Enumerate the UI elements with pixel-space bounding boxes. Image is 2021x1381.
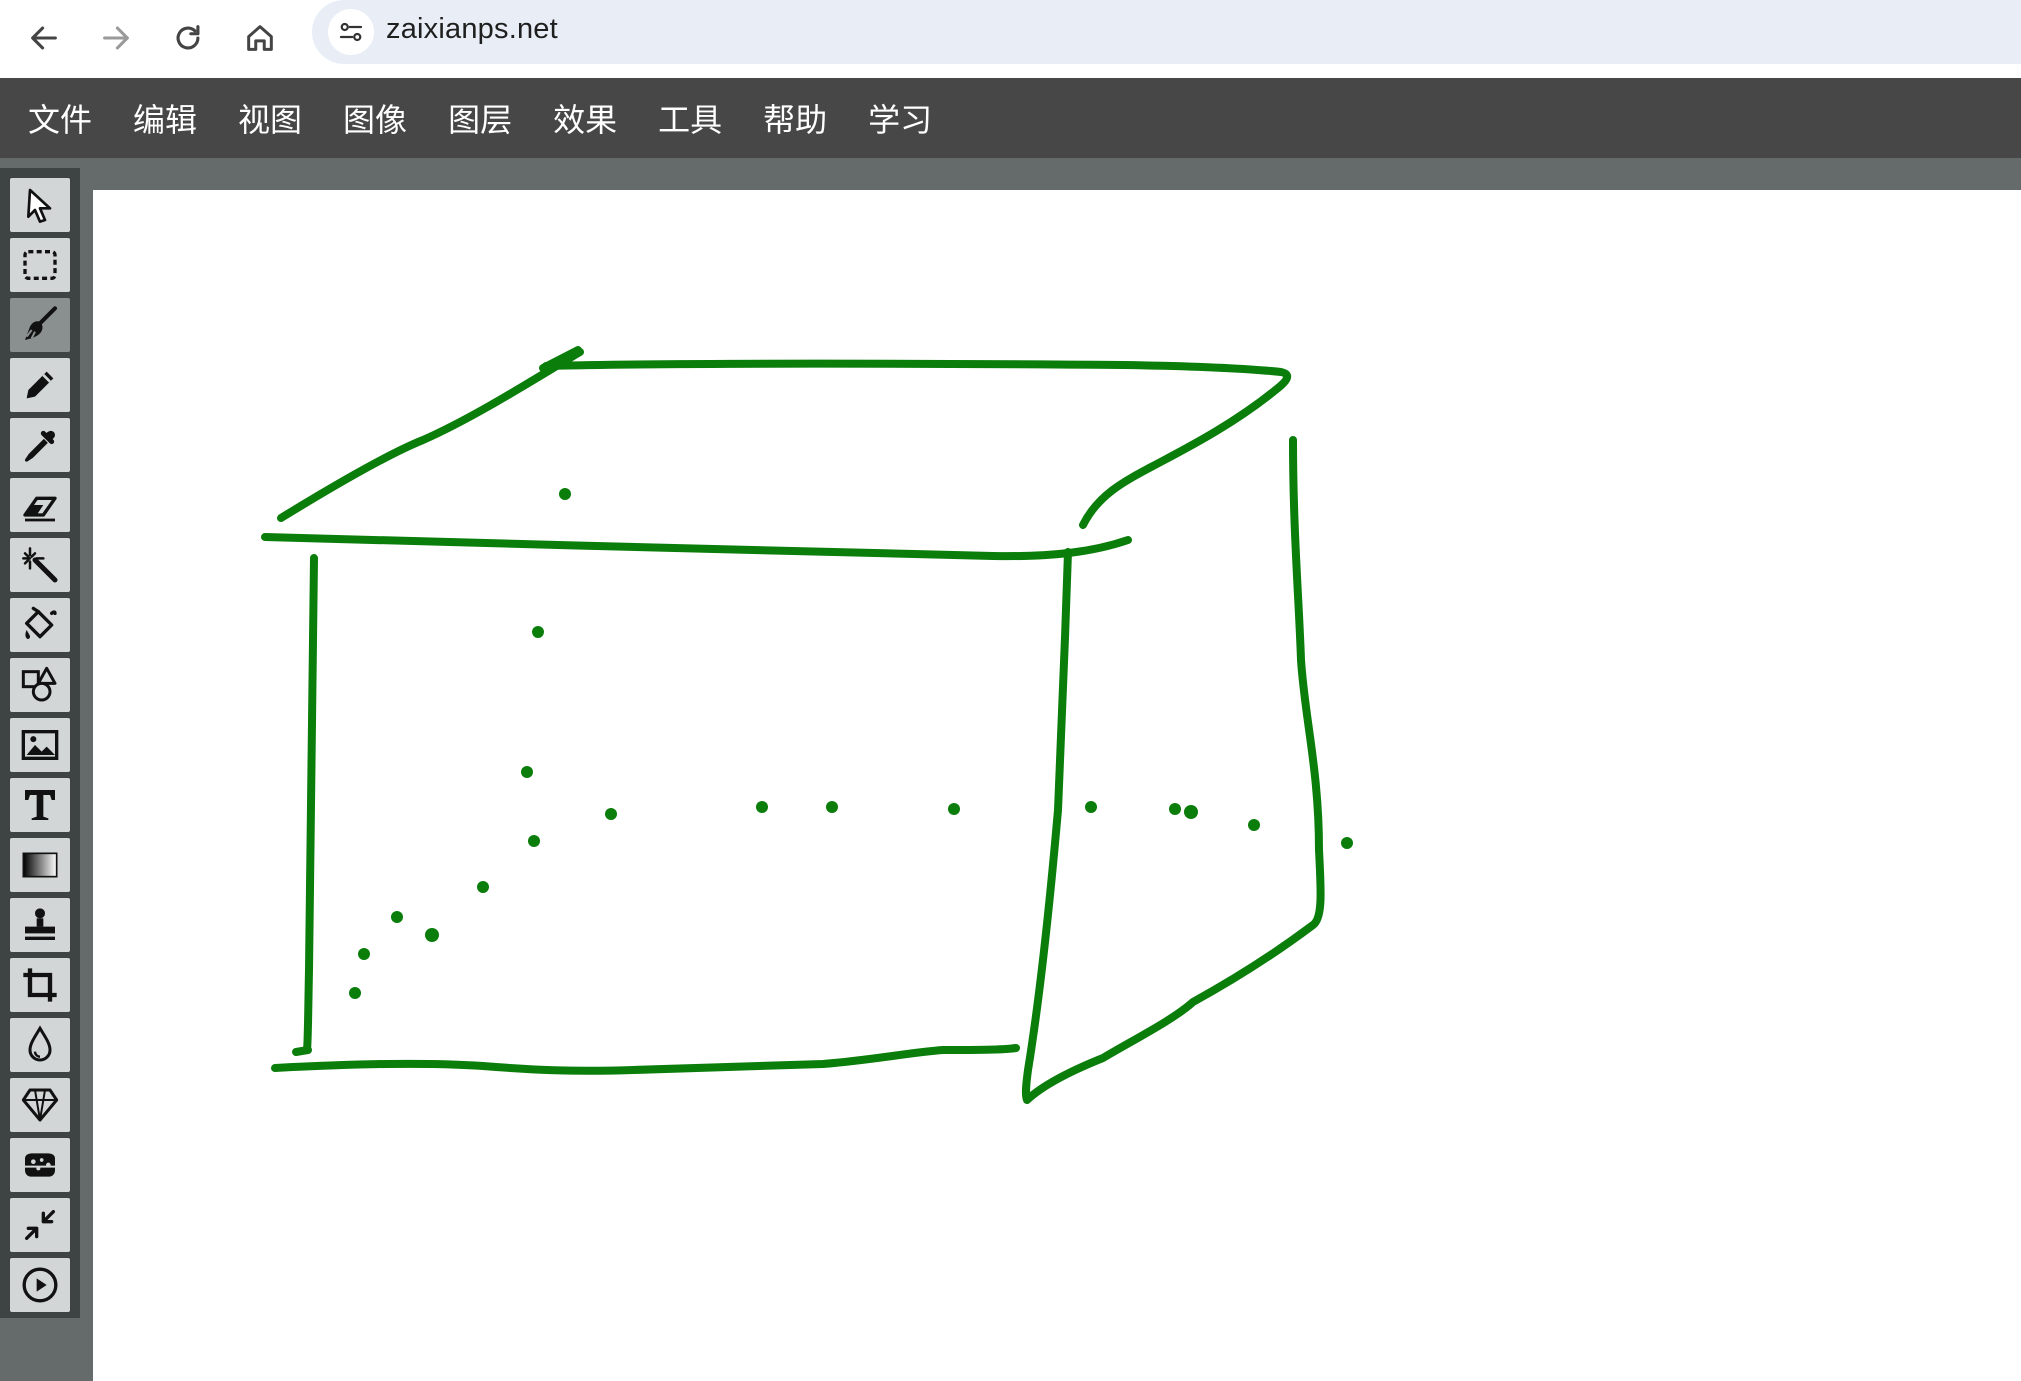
magic-wand-icon	[22, 547, 58, 583]
dot	[605, 808, 617, 820]
menu-edit[interactable]: 编辑	[133, 95, 197, 141]
paint-bucket-icon	[25, 606, 57, 640]
menu-effects[interactable]: 效果	[553, 95, 617, 141]
stroke-front-bottom	[271, 1044, 1020, 1075]
stroke-front-left-foot	[292, 1046, 312, 1056]
tool-shapes[interactable]	[10, 658, 70, 712]
menu-help[interactable]: 帮助	[763, 95, 827, 141]
gradient-icon	[22, 852, 58, 878]
dashed-rectangle-icon	[23, 250, 57, 280]
dot	[1341, 837, 1353, 849]
dot	[425, 928, 439, 942]
dot	[1169, 803, 1181, 815]
tool-move[interactable]	[10, 178, 70, 232]
workspace	[0, 158, 2021, 1381]
reload-icon	[176, 25, 200, 50]
back-arrow-icon	[31, 26, 57, 50]
dot	[349, 987, 361, 999]
paintbrush-icon	[24, 306, 57, 340]
image-icon	[21, 730, 59, 760]
drawing-canvas[interactable]	[93, 190, 2021, 1381]
menu-layer[interactable]: 图层	[448, 95, 512, 141]
sponge-icon	[25, 1153, 55, 1177]
text-icon	[25, 790, 55, 820]
dot	[391, 911, 403, 923]
stroke-front-right	[1021, 436, 1325, 1104]
eraser-icon	[23, 496, 57, 522]
menu-file[interactable]: 文件	[28, 95, 92, 141]
canvas-drawing	[261, 346, 1353, 1104]
shapes-icon	[21, 666, 57, 702]
dot	[477, 881, 489, 893]
url-text[interactable]: zaixianps.net	[386, 13, 558, 46]
dot	[1085, 801, 1097, 813]
tool-image[interactable]	[10, 718, 70, 772]
tool-pencil[interactable]	[10, 358, 70, 412]
crop-icon	[23, 968, 57, 1002]
water-drop-icon	[28, 1025, 52, 1062]
stamp-icon	[25, 908, 55, 940]
dot	[521, 766, 533, 778]
site-info-button[interactable]	[328, 9, 374, 55]
tool-eraser[interactable]	[10, 478, 70, 532]
forward-arrow-icon	[103, 26, 129, 50]
back-button[interactable]	[14, 8, 74, 68]
dot	[528, 835, 540, 847]
dot	[358, 948, 370, 960]
stroke-front-top	[261, 533, 1132, 561]
tool-sponge[interactable]	[10, 1138, 70, 1192]
tool-resize[interactable]	[10, 1198, 70, 1252]
tool-gradient[interactable]	[10, 838, 70, 892]
reload-button[interactable]	[158, 8, 218, 68]
tool-clone-stamp[interactable]	[10, 898, 70, 952]
dot	[1248, 819, 1260, 831]
dot	[532, 626, 544, 638]
dot	[756, 801, 768, 813]
pencil-icon	[26, 371, 54, 399]
stroke-front-left	[303, 554, 318, 1054]
tool-sharpen[interactable]	[10, 1078, 70, 1132]
play-circle-icon	[22, 1267, 58, 1303]
address-bar[interactable]: zaixianps.net	[312, 0, 2021, 64]
menu-image[interactable]: 图像	[343, 95, 407, 141]
menu-bar: 文件 编辑 视图 图像 图层 效果 工具 帮助 学习	[0, 78, 2021, 158]
tool-blur[interactable]	[10, 1018, 70, 1072]
stroke-top-left	[277, 348, 584, 522]
tool-eyedropper[interactable]	[10, 418, 70, 472]
forward-button[interactable]	[86, 8, 146, 68]
tool-play[interactable]	[10, 1258, 70, 1312]
tool-fill-bucket[interactable]	[10, 598, 70, 652]
site-info-icon	[339, 22, 363, 42]
dot	[948, 803, 960, 815]
tool-brush[interactable]	[10, 298, 70, 352]
menu-view[interactable]: 视图	[238, 95, 302, 141]
tool-rect-select[interactable]	[10, 238, 70, 292]
browser-toolbar: zaixianps.net	[0, 0, 2021, 78]
tool-text[interactable]	[10, 778, 70, 832]
dot	[1184, 805, 1198, 819]
stroke-top-back	[542, 359, 1292, 529]
home-icon	[247, 25, 273, 51]
dot	[826, 801, 838, 813]
diamond-icon	[21, 1088, 59, 1122]
cursor-arrow-icon	[27, 188, 52, 224]
eyedropper-icon	[25, 430, 55, 462]
home-button[interactable]	[230, 8, 290, 68]
menu-learn[interactable]: 学习	[868, 95, 932, 141]
dot	[559, 488, 571, 500]
menu-tools[interactable]: 工具	[658, 95, 722, 141]
tool-panel	[0, 168, 80, 1318]
tool-magic-wand[interactable]	[10, 538, 70, 592]
tool-crop[interactable]	[10, 958, 70, 1012]
shrink-arrows-icon	[25, 1210, 55, 1240]
